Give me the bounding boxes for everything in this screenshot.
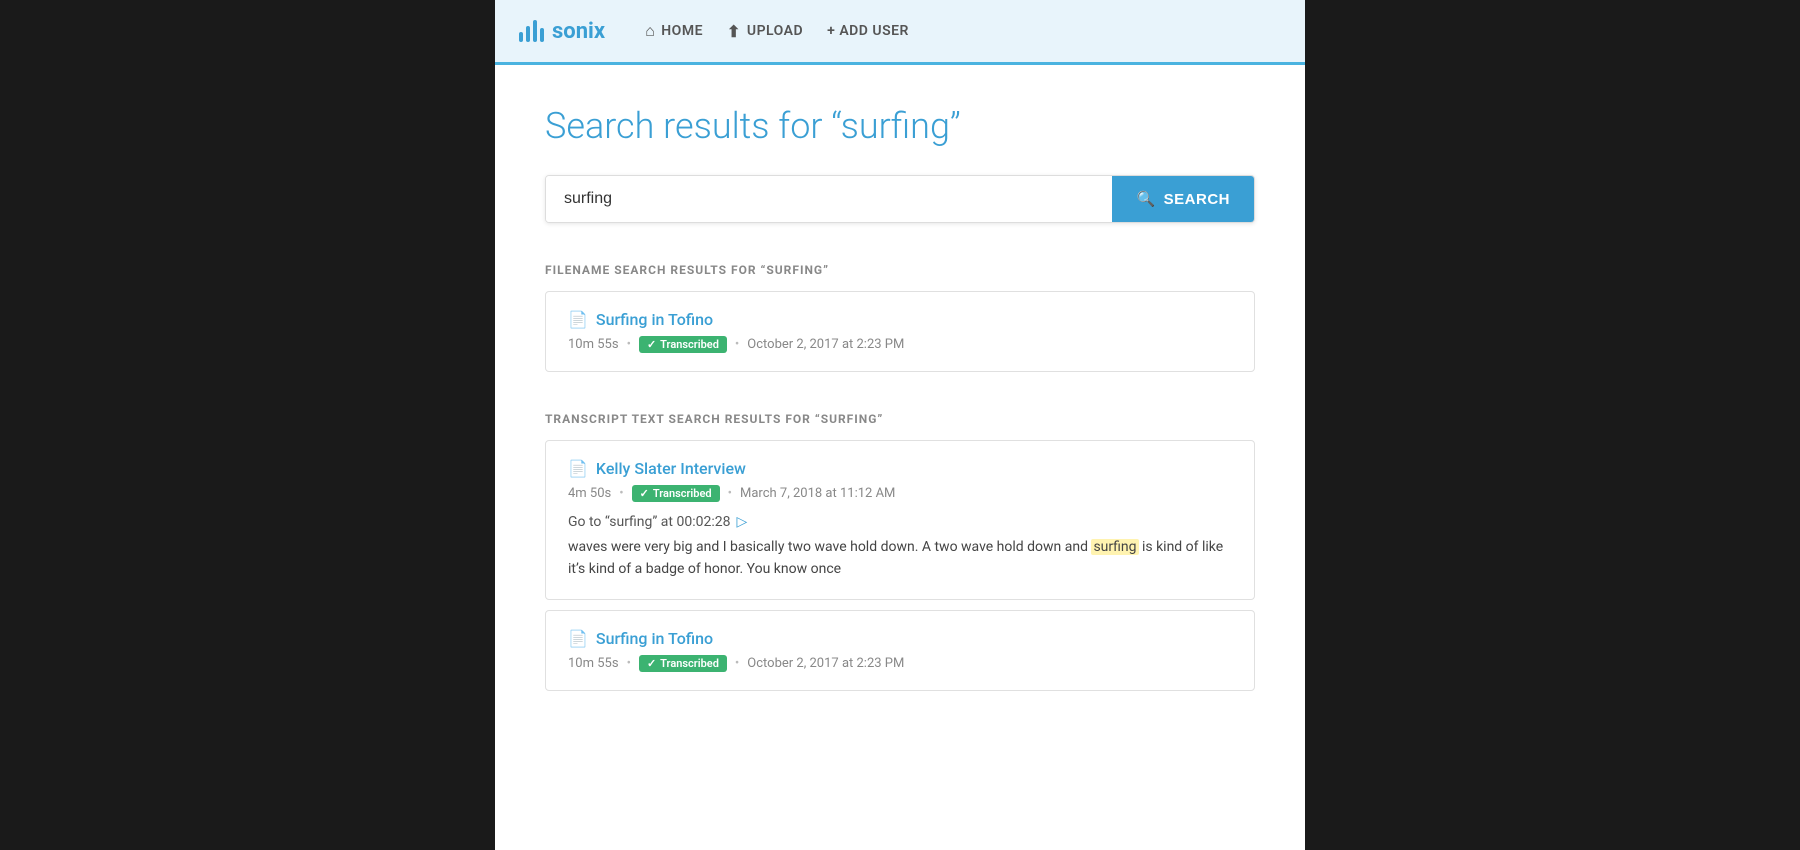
- transcript-excerpt: waves were very big and I basically two …: [568, 536, 1232, 581]
- logo-text: sonix: [552, 19, 605, 44]
- transcript-result-2[interactable]: 📄 Surfing in Tofino 10m 55s • ✓ Transcri…: [545, 610, 1255, 691]
- nav-upload[interactable]: ⬆ UPLOAD: [727, 22, 803, 41]
- dot: •: [627, 337, 631, 352]
- filename-section: FILENAME SEARCH RESULTS FOR “SURFING” 📄 …: [545, 263, 1255, 372]
- date: March 7, 2018 at 11:12 AM: [740, 486, 895, 501]
- transcribed-badge: ✓ Transcribed: [632, 485, 720, 502]
- main-nav: ⌂ HOME ⬆ UPLOAD + ADD USER: [645, 21, 909, 41]
- file-icon: 📄: [568, 310, 588, 329]
- check-icon: ✓: [647, 338, 656, 351]
- logo[interactable]: sonix: [519, 19, 605, 44]
- filename-result-1[interactable]: 📄 Surfing in Tofino 10m 55s • ✓ Transcri…: [545, 291, 1255, 372]
- main-header: sonix ⌂ HOME ⬆ UPLOAD + ADD USER: [495, 0, 1305, 65]
- excerpt-before: waves were very big and I basically two …: [568, 539, 1091, 555]
- dot: •: [627, 656, 631, 671]
- nav-home[interactable]: ⌂ HOME: [645, 21, 703, 41]
- transcript-section-title: TRANSCRIPT TEXT SEARCH RESULTS FOR “SURF…: [545, 412, 1255, 426]
- dot: •: [728, 486, 732, 501]
- search-button[interactable]: 🔍 SEARCH: [1112, 176, 1254, 222]
- transcribed-badge: ✓ Transcribed: [639, 336, 727, 353]
- duration: 10m 55s: [568, 656, 619, 671]
- dot: •: [735, 656, 739, 671]
- transcript-result-2-meta: 10m 55s • ✓ Transcribed • October 2, 201…: [568, 655, 1232, 672]
- go-to-link[interactable]: Go to “surfing” at 00:02:28 ▷: [568, 514, 1232, 530]
- duration: 4m 50s: [568, 486, 611, 501]
- check-icon: ✓: [647, 657, 656, 670]
- date: October 2, 2017 at 2:23 PM: [747, 337, 904, 352]
- duration: 10m 55s: [568, 337, 619, 352]
- transcript-result-1-title[interactable]: 📄 Kelly Slater Interview: [568, 459, 1232, 478]
- file-icon: 📄: [568, 459, 588, 478]
- search-input[interactable]: [546, 176, 1112, 222]
- home-icon: ⌂: [645, 21, 655, 41]
- filename-result-1-title[interactable]: 📄 Surfing in Tofino: [568, 310, 1232, 329]
- dot: •: [735, 337, 739, 352]
- file-icon: 📄: [568, 629, 588, 648]
- filename-result-1-meta: 10m 55s • ✓ Transcribed • October 2, 201…: [568, 336, 1232, 353]
- transcribed-badge: ✓ Transcribed: [639, 655, 727, 672]
- page-title: Search results for “surfing”: [545, 105, 1255, 147]
- search-icon: 🔍: [1136, 190, 1155, 208]
- play-icon: ▷: [736, 514, 747, 530]
- nav-add-user[interactable]: + ADD USER: [827, 23, 909, 39]
- main-content: Search results for “surfing” 🔍 SEARCH FI…: [495, 65, 1305, 771]
- transcript-result-1-meta: 4m 50s • ✓ Transcribed • March 7, 2018 a…: [568, 485, 1232, 502]
- logo-icon: [519, 20, 544, 42]
- transcript-section: TRANSCRIPT TEXT SEARCH RESULTS FOR “SURF…: [545, 412, 1255, 691]
- filename-section-title: FILENAME SEARCH RESULTS FOR “SURFING”: [545, 263, 1255, 277]
- highlight-word: surfing: [1091, 539, 1138, 555]
- transcript-result-2-title[interactable]: 📄 Surfing in Tofino: [568, 629, 1232, 648]
- search-bar: 🔍 SEARCH: [545, 175, 1255, 223]
- dot: •: [619, 486, 623, 501]
- transcript-result-1[interactable]: 📄 Kelly Slater Interview 4m 50s • ✓ Tran…: [545, 440, 1255, 600]
- check-icon: ✓: [640, 487, 649, 500]
- date: October 2, 2017 at 2:23 PM: [747, 656, 904, 671]
- upload-icon: ⬆: [727, 22, 741, 41]
